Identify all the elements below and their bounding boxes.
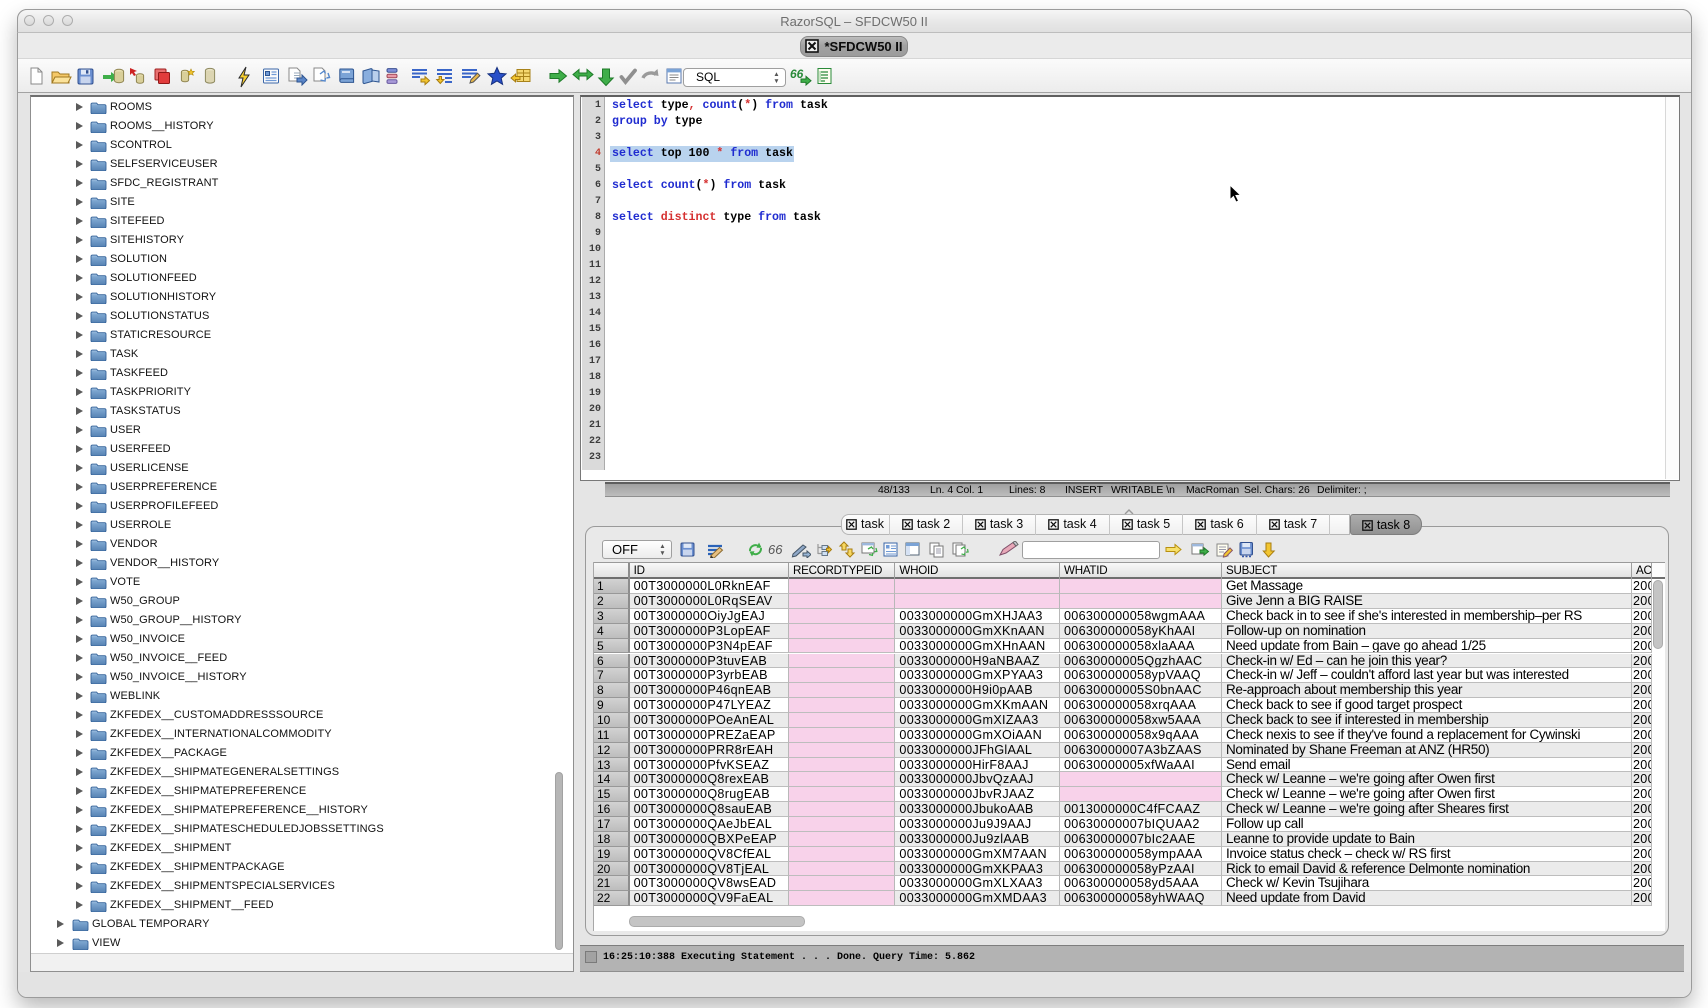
svg-text:66: 66 <box>768 542 783 557</box>
